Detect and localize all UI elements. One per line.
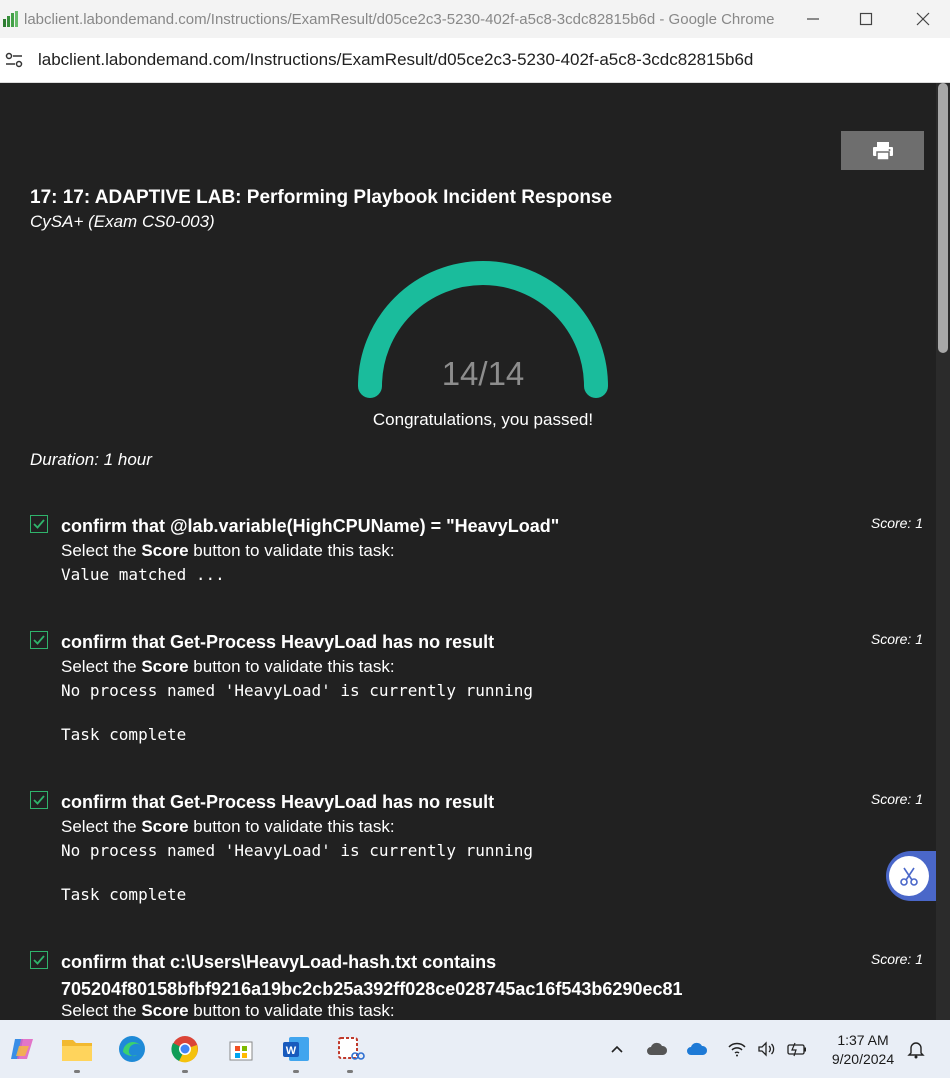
scrollbar-thumb[interactable] [938,83,948,353]
chrome-icon[interactable] [168,1032,202,1066]
task-title: confirm that Get-Process HeavyLoad has n… [61,632,495,652]
pass-message: Congratulations, you passed! [372,410,594,429]
task-score: Score: 1 [870,951,923,967]
task-title: confirm that @lab.variable(HighCPUName) … [61,516,560,536]
checkbox-checked-icon [30,791,48,809]
tune-icon [5,52,23,68]
clock-date: 9/20/2024 [831,1051,895,1067]
url-text[interactable]: labclient.labondemand.com/Instructions/E… [38,50,753,70]
window-title-bar: labclient.labondemand.com/Instructions/E… [0,0,950,38]
copilot-icon[interactable] [5,1032,39,1066]
volume-icon[interactable] [755,1038,779,1060]
close-button[interactable] [895,0,950,38]
window-title: labclient.labondemand.com/Instructions/E… [24,10,775,28]
svg-text:W: W [286,1045,297,1057]
task-title: confirm that Get-Process HeavyLoad has n… [61,792,495,812]
duration-text: Duration: 1 hour [30,450,152,469]
running-indicator [293,1070,299,1073]
running-indicator [347,1070,353,1073]
wifi-icon[interactable] [725,1038,749,1060]
score-value: 14/14 [441,355,525,392]
running-indicator [182,1070,188,1073]
taskbar-clock[interactable]: 1:37 AM 9/20/2024 [822,1031,904,1069]
edge-icon[interactable] [115,1032,149,1066]
onedrive-personal-icon[interactable] [645,1038,669,1060]
task-output: No process named 'HeavyLoad' is currentl… [61,841,534,904]
print-button[interactable] [841,131,924,170]
word-icon[interactable]: W [279,1032,313,1066]
exam-result-page: 17: 17: ADAPTIVE LAB: Performing Playboo… [0,83,936,1020]
task-instruction: Select the Score button to validate this… [61,541,395,560]
battery-icon[interactable] [785,1038,809,1060]
address-bar: labclient.labondemand.com/Instructions/E… [0,38,950,83]
task-output: Value matched ... [61,565,225,584]
snipping-tool-icon[interactable] [333,1032,367,1066]
task-score: Score: 1 [870,515,923,531]
scissors-icon [900,867,918,886]
checkbox-checked-icon [30,515,48,533]
task-instruction: Select the Score button to validate this… [61,1001,395,1020]
minimize-icon [806,18,819,20]
task-instruction: Select the Score button to validate this… [61,657,395,676]
close-icon [916,12,929,26]
task-score: Score: 1 [870,631,923,647]
site-info-button[interactable] [0,46,28,74]
file-explorer-icon[interactable] [60,1032,94,1066]
taskbar: W 1:37 AM 9/20/2024 [0,1020,950,1078]
labondemand-app-icon [3,11,18,27]
maximize-button[interactable] [838,0,893,38]
exam-subtitle: CySA+ (Exam CS0-003) [30,212,215,231]
task-title: confirm that c:\Users\HeavyLoad-hash.txt… [61,952,497,972]
task-output: No process named 'HeavyLoad' is currentl… [61,681,534,744]
maximize-icon [859,12,872,26]
printer-icon [872,141,893,161]
store-icon[interactable] [224,1032,258,1066]
checkbox-checked-icon [30,631,48,649]
task-instruction: Select the Score button to validate this… [61,817,395,836]
running-indicator [74,1070,80,1073]
page-scrollbar[interactable] [936,83,950,1020]
minimize-button[interactable] [785,0,840,38]
show-hidden-icons-chevron-icon[interactable] [605,1038,629,1060]
notifications-bell-icon[interactable] [904,1038,928,1060]
snip-floating-button[interactable] [886,851,936,901]
exam-title: 17: 17: ADAPTIVE LAB: Performing Playboo… [30,187,613,208]
checkbox-checked-icon [30,951,48,969]
task-title-hash: 705204f80158bfbf9216a19bc2cb25a392ff028c… [61,979,683,999]
clock-time: 1:37 AM [837,1032,889,1048]
onedrive-icon[interactable] [685,1038,709,1060]
task-score: Score: 1 [870,791,923,807]
